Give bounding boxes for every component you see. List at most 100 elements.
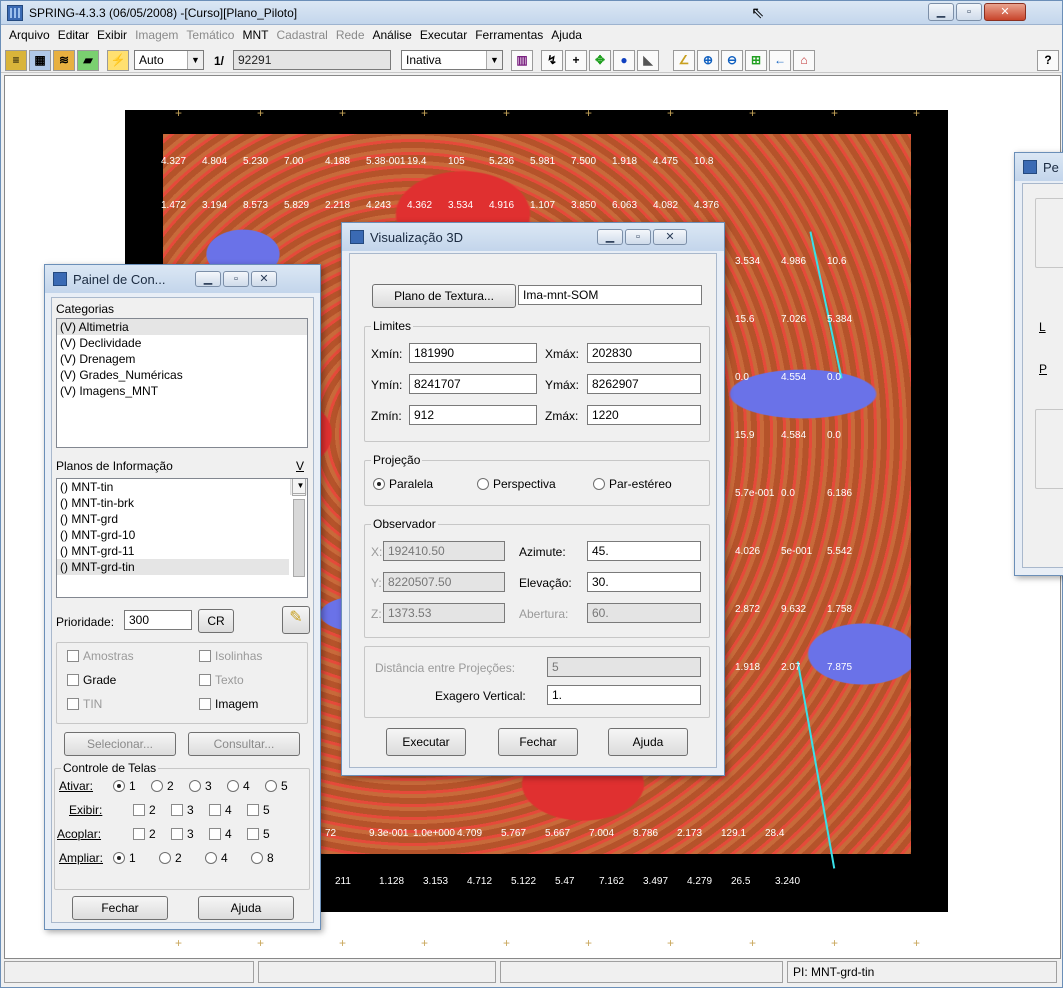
observer-x-input[interactable]: 192410.50 [383, 541, 505, 561]
close-button[interactable]: ✕ [653, 229, 687, 245]
maximize-button[interactable]: ▫ [625, 229, 651, 245]
planos-list[interactable]: () MNT-tin() MNT-tin-brk() MNT-grd() MNT… [56, 478, 308, 598]
menu-arquivo[interactable]: Arquivo [5, 26, 54, 46]
minimize-button[interactable]: ▁ [195, 271, 221, 287]
abertura-input[interactable]: 60. [587, 603, 701, 623]
ampliar-option-4[interactable]: 4 [205, 851, 228, 865]
menu-cadastral[interactable]: Cadastral [272, 26, 331, 46]
polygon-icon[interactable]: ▰ [77, 50, 99, 71]
azimute-input[interactable]: 45. [587, 541, 701, 561]
planos-v-toggle[interactable]: V [296, 459, 304, 473]
ativar-option-3[interactable]: 3 [189, 779, 212, 793]
zmax-input[interactable]: 1220 [587, 405, 701, 425]
scale-field[interactable]: 92291 [233, 50, 391, 70]
layers-icon[interactable]: ≋ [53, 50, 75, 71]
xmax-input[interactable]: 202830 [587, 343, 701, 363]
grade-checkbox[interactable]: Grade [67, 673, 116, 687]
isolinhas-checkbox[interactable]: Isolinhas [199, 649, 262, 663]
ampliar-option-1[interactable]: 1 [113, 851, 136, 865]
ativar-option-1[interactable]: 1 [113, 779, 136, 793]
exibir-option-4[interactable]: 4 [209, 803, 232, 817]
menu-rede[interactable]: Rede [332, 26, 369, 46]
texto-checkbox[interactable]: Texto [199, 673, 244, 687]
paralela-radio[interactable]: Paralela [373, 477, 433, 491]
edit-pencil-icon[interactable]: ✎ [282, 606, 310, 634]
plano-de-textura-field[interactable]: Ima-mnt-SOM [518, 285, 702, 305]
vis3d-fechar-button[interactable]: Fechar [498, 728, 578, 756]
menu-exibir[interactable]: Exibir [93, 26, 131, 46]
scroll-down-icon[interactable]: ▼ [292, 479, 306, 494]
ativar-option-5[interactable]: 5 [265, 779, 288, 793]
observer-y-input[interactable]: 8220507.50 [383, 572, 505, 592]
menu-ajuda[interactable]: Ajuda [547, 26, 586, 46]
help-icon[interactable]: ? [1037, 50, 1059, 71]
ruler-icon[interactable]: ∠ [673, 50, 695, 71]
selecionar-button[interactable]: Selecionar... [64, 732, 176, 756]
par-estereo-radio[interactable]: Par-estéreo [593, 477, 672, 491]
plano-item[interactable]: () MNT-tin [57, 479, 289, 495]
acoplar-option-4[interactable]: 4 [209, 827, 232, 841]
plus-icon[interactable]: + [565, 50, 587, 71]
minimize-button[interactable]: ▁ [928, 3, 954, 21]
home-icon[interactable]: ⌂ [793, 50, 815, 71]
plano-de-textura-button[interactable]: Plano de Textura... [372, 284, 516, 308]
elevacao-input[interactable]: 30. [587, 572, 701, 592]
close-button[interactable]: ✕ [251, 271, 277, 287]
ampliar-option-2[interactable]: 2 [159, 851, 182, 865]
zoom-in-icon[interactable]: ⊕ [697, 50, 719, 71]
menu-executar[interactable]: Executar [416, 26, 471, 46]
ymax-input[interactable]: 8262907 [587, 374, 701, 394]
close-button[interactable]: ✕ [984, 3, 1026, 21]
observer-z-input[interactable]: 1373.53 [383, 603, 505, 623]
categoria-item[interactable]: (V) Altimetria [57, 319, 307, 335]
maximize-button[interactable]: ▫ [223, 271, 249, 287]
tin-checkbox[interactable]: TIN [67, 697, 102, 711]
distancia-input[interactable]: 5 [547, 657, 701, 677]
plano-item[interactable]: () MNT-tin-brk [57, 495, 289, 511]
ymin-input[interactable]: 8241707 [409, 374, 537, 394]
scroll-thumb[interactable] [293, 499, 305, 577]
database-icon[interactable]: ≡ [5, 50, 27, 71]
ampliar-option-8[interactable]: 8 [251, 851, 274, 865]
zoom-mode-select[interactable]: Auto ▼ [134, 50, 204, 70]
executar-button[interactable]: Executar [386, 728, 466, 756]
minimize-button[interactable]: ▁ [597, 229, 623, 245]
zmin-input[interactable]: 912 [409, 405, 537, 425]
categoria-item[interactable]: (V) Grades_Numéricas [57, 367, 307, 383]
categoria-item[interactable]: (V) Declividade [57, 335, 307, 351]
grid-icon[interactable]: ▥ [511, 50, 533, 71]
painel-ajuda-button[interactable]: Ajuda [198, 896, 294, 920]
imagem-checkbox[interactable]: Imagem [199, 697, 258, 711]
categoria-item[interactable]: (V) Drenagem [57, 351, 307, 367]
exibir-option-3[interactable]: 3 [171, 803, 194, 817]
move-icon[interactable]: ✥ [589, 50, 611, 71]
draw-icon[interactable]: ⚡ [107, 50, 129, 71]
plano-item[interactable]: () MNT-grd-10 [57, 527, 289, 543]
acoplar-option-2[interactable]: 2 [133, 827, 156, 841]
plano-item[interactable]: () MNT-grd-11 [57, 543, 289, 559]
pan-down-icon[interactable]: ↯ [541, 50, 563, 71]
menu-analise[interactable]: Análise [369, 26, 416, 46]
menu-editar[interactable]: Editar [54, 26, 93, 46]
cursor-mode-select[interactable]: Inativa ▼ [401, 50, 503, 70]
maximize-button[interactable]: ▫ [956, 3, 982, 21]
menu-mnt[interactable]: MNT [238, 26, 272, 46]
prioridade-input[interactable]: 300 [124, 610, 192, 630]
amostras-checkbox[interactable]: Amostras [67, 649, 134, 663]
plano-item[interactable]: () MNT-grd [57, 511, 289, 527]
consultar-button[interactable]: Consultar... [188, 732, 300, 756]
project-icon[interactable]: ▦ [29, 50, 51, 71]
zoom-area-icon[interactable]: ⊞ [745, 50, 767, 71]
menu-ferramentas[interactable]: Ferramentas [471, 26, 547, 46]
back-icon[interactable]: ← [769, 50, 791, 71]
xmin-input[interactable]: 181990 [409, 343, 537, 363]
ativar-option-2[interactable]: 2 [151, 779, 174, 793]
plano-item[interactable]: () MNT-grd-tin [57, 559, 289, 575]
exibir-option-2[interactable]: 2 [133, 803, 156, 817]
eraser-icon[interactable]: ◣ [637, 50, 659, 71]
menu-imagem[interactable]: Imagem [131, 26, 182, 46]
categoria-item[interactable]: (V) Imagens_MNT [57, 383, 307, 399]
planos-scrollbar[interactable]: ▲ ▼ [290, 479, 307, 577]
acoplar-option-5[interactable]: 5 [247, 827, 270, 841]
painel-fechar-button[interactable]: Fechar [72, 896, 168, 920]
